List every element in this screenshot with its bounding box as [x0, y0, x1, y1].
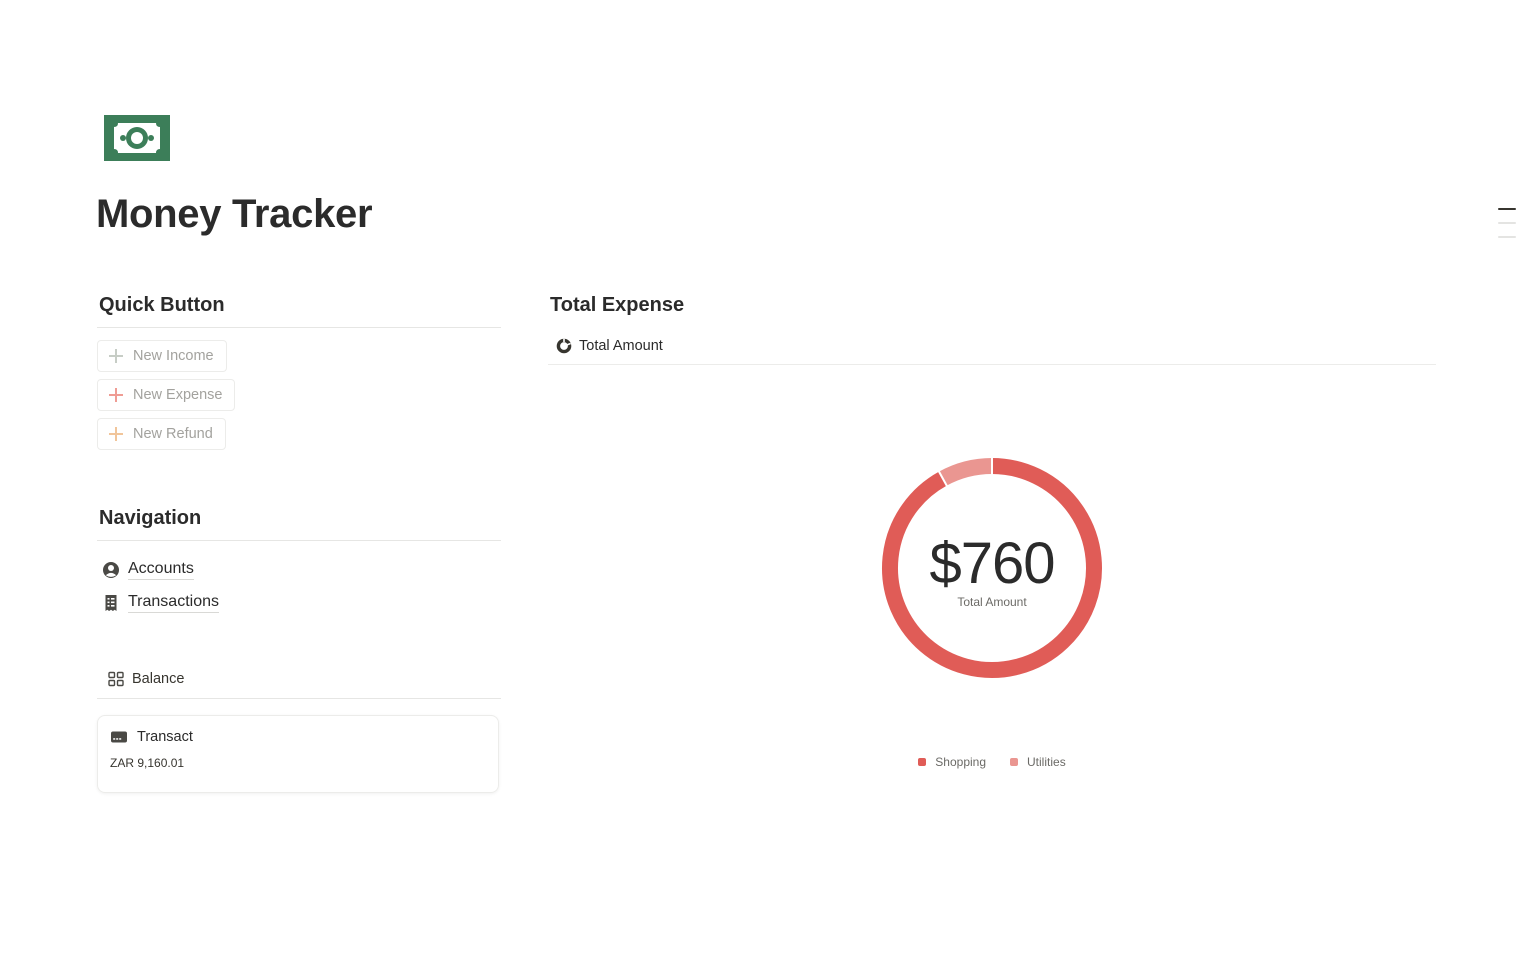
- navigation-heading: Navigation: [97, 507, 501, 541]
- nav-item-label: Accounts: [128, 559, 194, 580]
- nav-item-transactions[interactable]: Transactions: [97, 586, 501, 619]
- plus-icon: [108, 387, 124, 403]
- page-title: Money Tracker: [96, 192, 373, 236]
- left-column: Quick Button New Income New Expense New …: [97, 294, 501, 793]
- legend-swatch: [1010, 758, 1019, 766]
- gallery-icon: [107, 670, 125, 688]
- right-column: Total Expense Total Amount: [548, 294, 1436, 365]
- chart-legend: Shopping Utilities: [548, 755, 1436, 769]
- new-refund-button[interactable]: New Refund: [97, 418, 226, 450]
- legend-swatch: [918, 758, 927, 766]
- legend-label: Utilities: [1027, 755, 1066, 769]
- plus-icon: [108, 426, 124, 442]
- money-bill-icon: [104, 115, 170, 161]
- navigation-list: Accounts Transactions: [97, 541, 501, 619]
- expense-donut-chart: $760 Total Amount Shopping Utilities: [548, 440, 1436, 800]
- quick-button-heading: Quick Button: [97, 294, 501, 328]
- new-expense-label: New Expense: [133, 387, 223, 403]
- donut-slice-utilities[interactable]: [939, 458, 993, 486]
- nav-item-label: Transactions: [128, 592, 219, 613]
- balance-view-tab[interactable]: Balance: [97, 659, 501, 699]
- new-income-button[interactable]: New Income: [97, 340, 227, 372]
- credit-card-icon: [110, 728, 128, 746]
- user-circle-icon: [102, 561, 120, 579]
- new-income-label: New Income: [133, 348, 214, 364]
- legend-label: Shopping: [935, 755, 987, 769]
- total-expense-heading: Total Expense: [550, 294, 685, 316]
- quick-button-list: New Income New Expense New Refund: [97, 328, 501, 457]
- balance-view-label: Balance: [132, 670, 185, 687]
- account-name: Transact: [137, 729, 193, 745]
- navigation-section: Navigation Accounts Transactions: [97, 507, 501, 619]
- toc-line[interactable]: [1498, 236, 1516, 238]
- account-balance-value: ZAR 9,160.01: [110, 756, 185, 770]
- account-card-title: Transact: [110, 728, 486, 746]
- chart-view-tabs: Total Amount: [548, 327, 1436, 365]
- new-expense-button[interactable]: New Expense: [97, 379, 236, 411]
- quick-button-section: Quick Button New Income New Expense New …: [97, 294, 501, 457]
- donut-center-label: Total Amount: [957, 595, 1027, 609]
- toc-line[interactable]: [1498, 222, 1516, 224]
- account-card[interactable]: Transact ZAR 9,160.01: [97, 715, 499, 793]
- legend-item-shopping[interactable]: Shopping: [918, 755, 986, 769]
- donut-center-value: $760: [929, 531, 1055, 596]
- tab-total-amount-label: Total Amount: [579, 337, 663, 354]
- legend-item-utilities[interactable]: Utilities: [1010, 755, 1066, 769]
- new-refund-label: New Refund: [133, 426, 213, 442]
- nav-item-accounts[interactable]: Accounts: [97, 553, 501, 586]
- plus-icon: [108, 348, 124, 364]
- donut-chart-icon: [556, 338, 572, 354]
- tab-total-amount[interactable]: Total Amount: [556, 338, 663, 354]
- receipt-icon: [102, 594, 120, 612]
- table-of-contents[interactable]: [1498, 208, 1516, 250]
- toc-line[interactable]: [1498, 208, 1516, 210]
